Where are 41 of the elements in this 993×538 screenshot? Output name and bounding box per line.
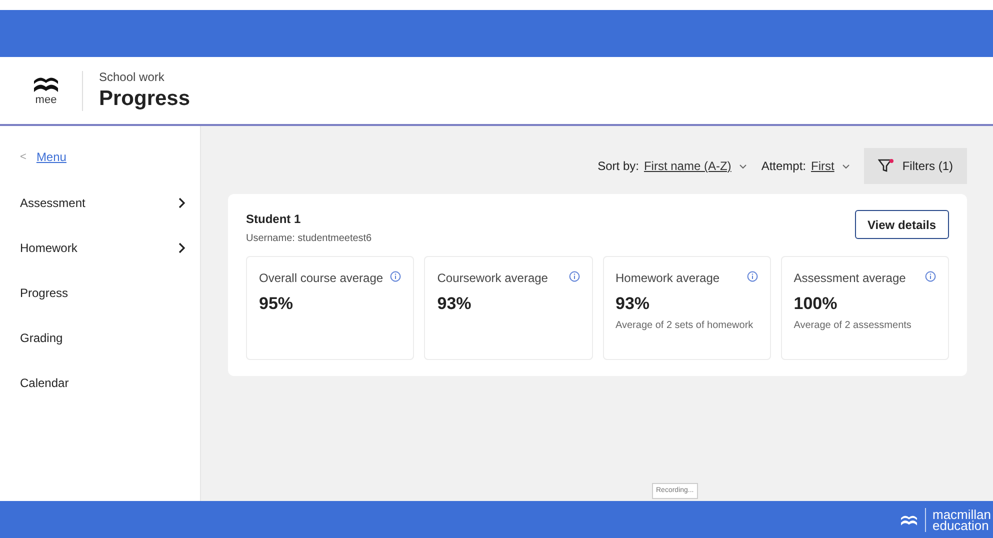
stat-note: Average of 2 sets of homework <box>616 318 754 332</box>
sort-label: Sort by: <box>598 158 639 175</box>
stat-title: Coursework average <box>437 270 548 287</box>
stat-title: Overall course average <box>259 270 384 287</box>
attempt-dropdown[interactable]: First <box>811 157 850 175</box>
info-icon[interactable] <box>390 271 402 282</box>
filters-button[interactable]: Filters (1) <box>864 148 967 184</box>
menu-link[interactable]: Menu <box>36 148 66 166</box>
stat-value: 93% <box>616 293 651 315</box>
sort-dropdown[interactable]: First name (A-Z) <box>644 157 748 175</box>
sidebar-item[interactable]: Calendar <box>20 360 186 405</box>
brand-text: macmillan <box>932 508 991 520</box>
chevron-right-icon <box>178 242 186 254</box>
back-chevron: < <box>20 150 26 165</box>
view-details-button[interactable]: View details <box>854 210 949 239</box>
info-icon[interactable] <box>568 271 580 282</box>
stat-value: 95% <box>259 293 294 315</box>
filter-icon <box>878 159 894 173</box>
stat-value: 93% <box>437 293 472 315</box>
stat-value: 100% <box>794 293 838 315</box>
caret-icon <box>842 164 850 168</box>
stat-title: Homework average <box>616 270 720 287</box>
sidebar-item[interactable]: Assessment <box>20 180 186 225</box>
attempt-label: Attempt: <box>761 158 806 175</box>
logo-text: mee <box>35 95 57 106</box>
username-text: Username: studentmeetest6 <box>246 232 372 246</box>
sidebar-item[interactable]: Progress <box>20 270 186 315</box>
caret-icon <box>739 164 748 168</box>
info-icon[interactable] <box>925 271 936 282</box>
chevron-right-icon <box>178 196 186 208</box>
info-icon[interactable] <box>746 271 758 282</box>
sidebar-item[interactable]: Homework <box>20 225 186 270</box>
stat-title: Assessment average <box>794 270 906 287</box>
page-title: Progress <box>99 86 190 112</box>
stat-note: Average of 2 assessments <box>794 318 912 332</box>
brand-text: education <box>932 520 989 530</box>
student-name: Student 1 <box>246 211 302 228</box>
logo-icon <box>32 75 60 95</box>
sidebar-item[interactable]: Grading <box>20 315 186 360</box>
header-subtitle: School work <box>99 69 166 86</box>
logo-icon <box>899 514 920 526</box>
